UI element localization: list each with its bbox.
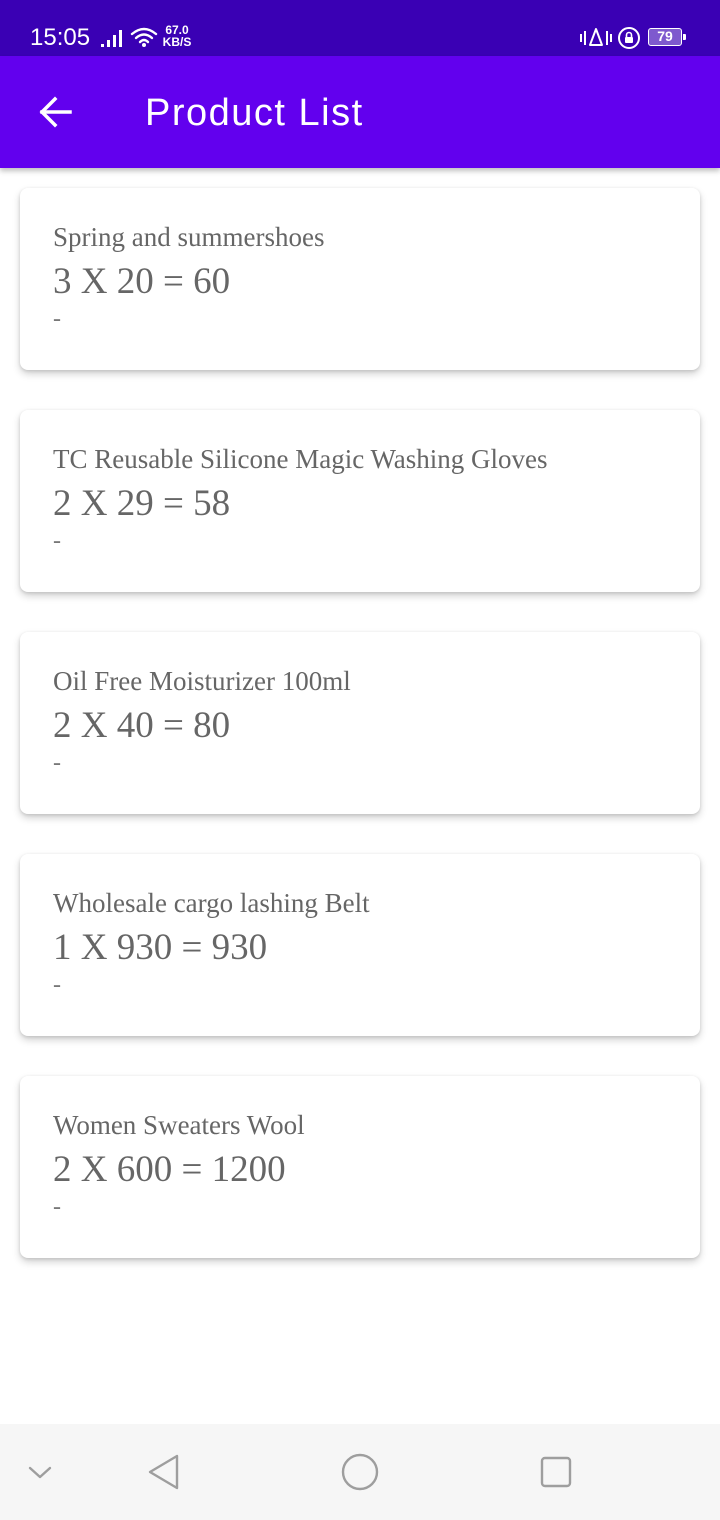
hide-nav-button[interactable] (16, 1448, 64, 1496)
product-note: - (53, 750, 61, 776)
home-circle-icon (341, 1453, 379, 1491)
product-note: - (53, 306, 61, 332)
network-speed-unit: KB/S (162, 35, 192, 49)
product-card[interactable]: TC Reusable Silicone Magic Washing Glove… (20, 410, 700, 592)
signal-icon (101, 30, 122, 47)
product-name: Oil Free Moisturizer 100ml (53, 666, 351, 696)
navigation-bar (0, 1424, 720, 1520)
product-name: Women Sweaters Wool (53, 1110, 305, 1140)
battery-tip (683, 34, 686, 40)
back-triangle-icon (148, 1454, 179, 1490)
product-name: TC Reusable Silicone Magic Washing Glove… (53, 444, 548, 474)
battery-icon: 79 (648, 28, 688, 48)
wifi-icon (130, 27, 158, 47)
arrow-left-icon (39, 96, 72, 128)
product-card[interactable]: Oil Free Moisturizer 100ml 2 X 40 = 80 - (20, 632, 700, 814)
product-name: Wholesale cargo lashing Belt (53, 888, 370, 918)
product-total: 2 X 600 = 1200 (53, 1149, 286, 1190)
vibrate-icon (580, 28, 612, 46)
lock-rotation-icon (618, 27, 640, 49)
product-list: Spring and summershoes 3 X 20 = 60 - TC … (0, 168, 720, 1423)
product-total: 1 X 930 = 930 (53, 927, 268, 968)
network-speed: 67.0 KB/S (160, 24, 194, 48)
chevron-down-icon (28, 1466, 52, 1479)
product-note: - (53, 528, 61, 554)
product-total: 2 X 29 = 58 (53, 483, 231, 524)
status-time: 15:05 (30, 24, 91, 51)
back-button[interactable] (30, 86, 82, 138)
app-bar: Product List (0, 56, 720, 168)
product-note: - (53, 1194, 61, 1220)
nav-recents-button[interactable] (532, 1448, 580, 1496)
product-total: 3 X 20 = 60 (53, 261, 231, 302)
recents-square-icon (540, 1456, 572, 1488)
product-note: - (53, 972, 61, 998)
product-total: 2 X 40 = 80 (53, 705, 231, 746)
battery-level: 79 (648, 28, 682, 46)
product-card[interactable]: Women Sweaters Wool 2 X 600 = 1200 - (20, 1076, 700, 1258)
product-name: Spring and summershoes (53, 222, 325, 252)
nav-home-button[interactable] (336, 1448, 384, 1496)
product-card[interactable]: Spring and summershoes 3 X 20 = 60 - (20, 188, 700, 370)
page-title: Product List (145, 92, 364, 134)
product-card[interactable]: Wholesale cargo lashing Belt 1 X 930 = 9… (20, 854, 700, 1036)
nav-back-button[interactable] (140, 1448, 188, 1496)
status-bar: 15:05 67.0 KB/S 79 (0, 0, 720, 56)
